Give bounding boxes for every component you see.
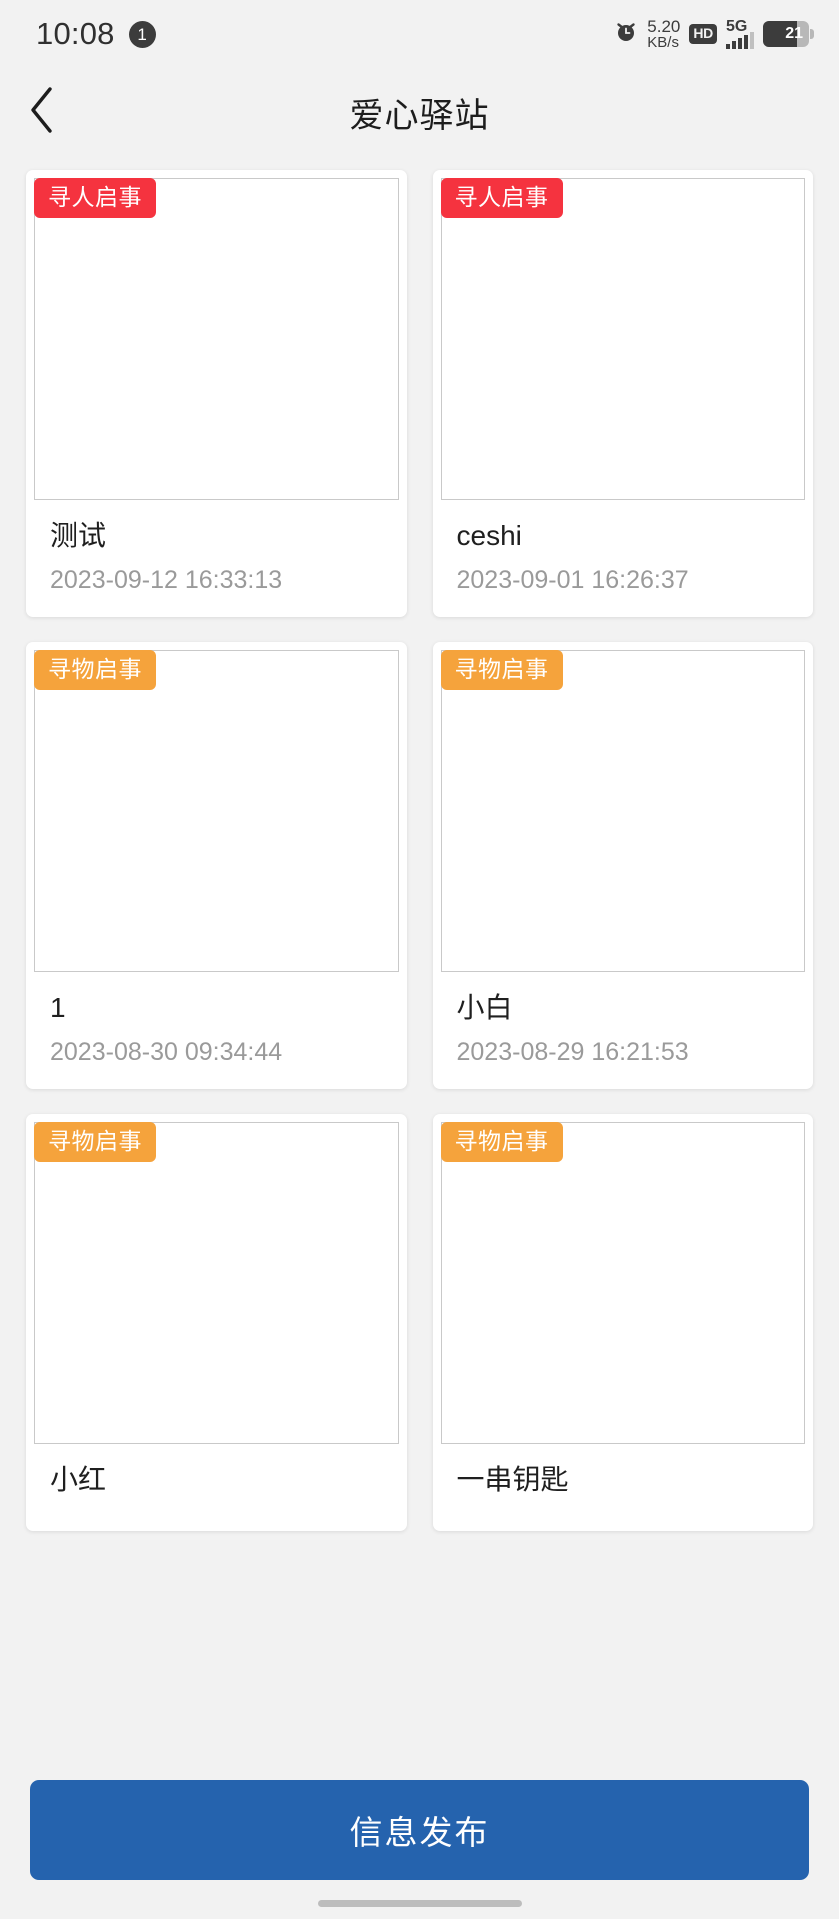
notice-card[interactable]: 寻人启事 ceshi 2023-09-01 16:26:37 bbox=[432, 170, 814, 617]
page-title: 爱心驿站 bbox=[349, 96, 490, 135]
notice-card-body: 测试 2023-09-12 16:33:13 bbox=[26, 500, 407, 617]
notice-card-body: ceshi 2023-09-01 16:26:37 bbox=[433, 500, 814, 617]
alarm-clock-icon bbox=[614, 20, 638, 49]
notice-card-time: 2023-08-29 16:21:53 bbox=[456, 1038, 689, 1066]
notice-card-image: 寻物启事 bbox=[34, 650, 399, 972]
battery-level-label: 21 bbox=[785, 25, 803, 42]
network-speed-unit: KB/s bbox=[647, 34, 679, 52]
cellular-signal-indicator: 5G bbox=[726, 19, 754, 49]
notice-card-title: 测试 bbox=[50, 520, 107, 551]
notice-card[interactable]: 寻物启事 一串钥匙 bbox=[432, 1114, 814, 1531]
publish-info-button[interactable]: 信息发布 bbox=[30, 1780, 809, 1880]
network-speed-value: 5.20 bbox=[647, 16, 681, 36]
status-bar-left: 10:08 1 bbox=[36, 16, 156, 52]
notice-card[interactable]: 寻物启事 小白 2023-08-29 16:21:53 bbox=[432, 642, 814, 1089]
notice-card-title: 小红 bbox=[50, 1464, 107, 1495]
notice-type-badge: 寻物启事 bbox=[34, 1122, 156, 1162]
notice-type-badge: 寻物启事 bbox=[440, 1122, 563, 1162]
notice-card-image: 寻物启事 bbox=[34, 1122, 399, 1444]
notice-card-body: 小白 2023-08-29 16:21:53 bbox=[433, 972, 814, 1089]
notice-card-time: 2023-08-30 09:34:44 bbox=[50, 1038, 283, 1066]
notice-card-time: 2023-09-12 16:33:13 bbox=[50, 566, 283, 594]
battery-icon: 21 bbox=[763, 21, 814, 47]
notice-card-grid: 寻人启事 测试 2023-09-12 16:33:13 寻人启事 ceshi 2… bbox=[26, 170, 813, 1531]
status-bar-right: 5.20 KB/s HD 5G 21 bbox=[614, 16, 814, 52]
notice-card-title: 1 bbox=[50, 992, 66, 1023]
notice-card[interactable]: 寻物启事 小红 bbox=[26, 1114, 407, 1531]
notice-card-image: 寻人启事 bbox=[34, 178, 399, 500]
notice-card-image: 寻人启事 bbox=[440, 178, 805, 500]
home-indicator bbox=[317, 1900, 522, 1907]
notice-list-scroll-area[interactable]: 寻人启事 测试 2023-09-12 16:33:13 寻人启事 ceshi 2… bbox=[0, 156, 839, 1750]
notice-card[interactable]: 寻物启事 1 2023-08-30 09:34:44 bbox=[26, 642, 407, 1089]
notice-type-badge: 寻人启事 bbox=[34, 178, 156, 218]
network-speed-indicator: 5.20 KB/s bbox=[647, 16, 681, 52]
notice-card-title: 一串钥匙 bbox=[456, 1464, 569, 1495]
notice-card[interactable]: 寻人启事 测试 2023-09-12 16:33:13 bbox=[26, 170, 407, 617]
notice-card-image: 寻物启事 bbox=[440, 1122, 805, 1444]
notice-card-time: 2023-09-01 16:26:37 bbox=[456, 566, 689, 594]
network-type-group: 5G bbox=[726, 19, 754, 49]
notice-type-badge: 寻人启事 bbox=[440, 178, 563, 218]
notice-card-body: 小红 bbox=[26, 1444, 407, 1531]
notice-card-body: 1 2023-08-30 09:34:44 bbox=[26, 972, 407, 1089]
status-bar: 10:08 1 5.20 KB/s HD 5G 21 bbox=[0, 0, 839, 68]
notice-card-title: ceshi bbox=[456, 520, 522, 551]
notification-count-badge: 1 bbox=[128, 20, 156, 48]
status-bar-clock: 10:08 bbox=[36, 16, 115, 51]
notice-card-title: 小白 bbox=[456, 992, 513, 1023]
notice-type-badge: 寻物启事 bbox=[440, 650, 563, 690]
notice-card-body: 一串钥匙 bbox=[433, 1444, 814, 1531]
footer-bar: 信息发布 bbox=[0, 1750, 839, 1919]
signal-bars-icon bbox=[726, 31, 754, 49]
hd-icon: HD bbox=[689, 24, 717, 44]
app-header: 爱心驿站 bbox=[0, 68, 839, 156]
notice-card-image: 寻物启事 bbox=[440, 650, 805, 972]
notice-type-badge: 寻物启事 bbox=[34, 650, 156, 690]
